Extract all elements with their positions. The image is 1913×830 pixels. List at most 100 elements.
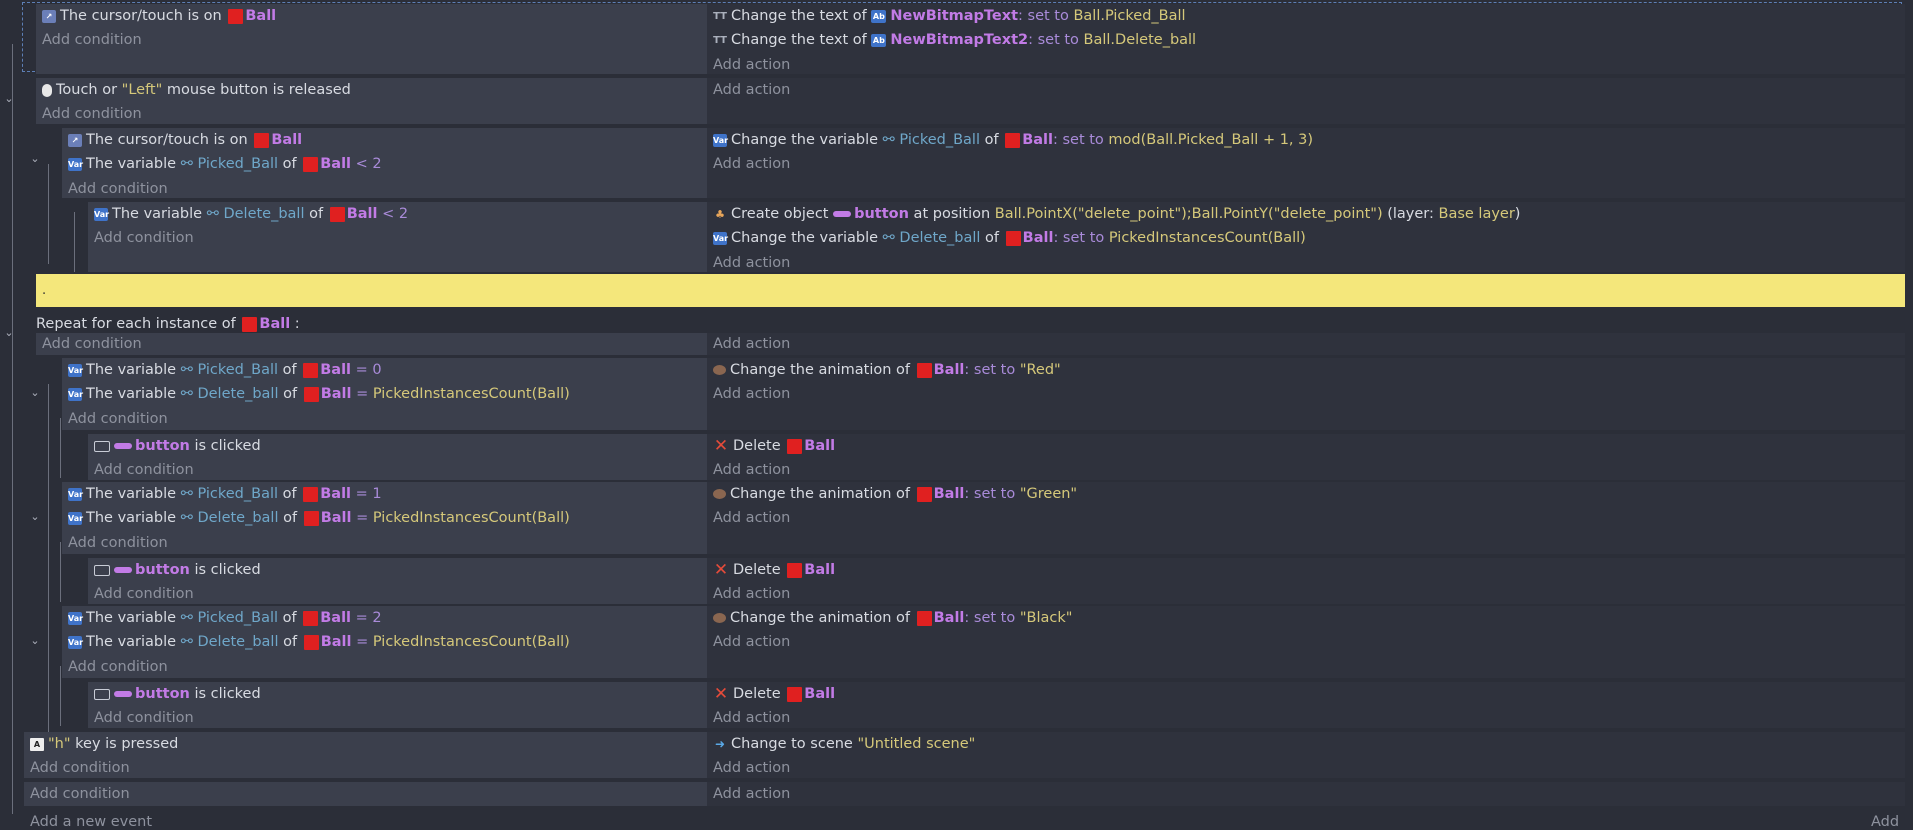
add-action-link[interactable]: Add action (713, 152, 1899, 176)
event-picked-1[interactable]: Var The variable ⚯ Picked_Ball of Ball =… (62, 482, 1905, 554)
add-action-link[interactable]: Add action (713, 53, 1899, 77)
action-delete-ball[interactable]: ✕ Delete Ball (713, 682, 1899, 706)
add-condition-link[interactable]: Add condition (68, 655, 701, 679)
condition-text: The cursor/touch is on (60, 8, 227, 24)
condition-text: is clicked (189, 686, 261, 702)
condition-variable-picked[interactable]: Var The variable ⚯ Picked_Ball of Ball =… (68, 482, 701, 506)
condition-variable-delete[interactable]: Var The variable ⚯ Delete_ball of Ball =… (68, 630, 701, 654)
add-condition-link[interactable]: Add condition (30, 756, 701, 780)
variable-name: Picked_Ball (197, 486, 279, 502)
condition-key-pressed[interactable]: A "h" key is pressed (30, 732, 701, 756)
create-object-icon: ♣ (715, 207, 725, 221)
add-condition-link[interactable]: Add condition (68, 531, 701, 555)
event-button-clicked-1[interactable]: button is clicked Add condition ✕ Delete… (88, 434, 1905, 480)
actions-column: Add action (707, 782, 1905, 806)
collapse-toggle-icon[interactable]: ⌄ (2, 326, 16, 339)
add-action-link[interactable]: Add action (713, 706, 1899, 730)
condition-text: The variable (86, 386, 181, 403)
action-change-variable-picked[interactable]: Var Change the variable ⚯ Picked_Ball of… (713, 128, 1899, 152)
actions-column: Change the animation of Ball : set to "B… (707, 606, 1905, 678)
event-touch-released[interactable]: Touch or "Left" mouse button is released… (36, 78, 1905, 124)
action-change-animation-red[interactable]: Change the animation of Ball : set to "R… (713, 358, 1899, 382)
add-condition-link[interactable]: Add condition (94, 458, 701, 482)
add-action-link[interactable]: Add action (713, 506, 1899, 530)
action-create-object[interactable]: ♣ Create object button at position Ball.… (713, 202, 1899, 226)
action-change-text-1[interactable]: TT Change the text of Ab NewBitmapText :… (713, 4, 1899, 28)
action-text: Delete (733, 438, 786, 454)
action-text: Change the variable (731, 230, 883, 247)
add-condition-link[interactable]: Add condition (42, 102, 701, 126)
animation-icon (713, 489, 726, 500)
condition-variable-picked[interactable]: Var The variable ⚯ Picked_Ball of Ball =… (68, 606, 701, 630)
add-menu-button[interactable]: Add (1871, 814, 1899, 830)
comparison: < 2 (355, 156, 382, 173)
condition-text: of (278, 362, 302, 378)
object-name: button (135, 438, 190, 454)
action-text: Change the text of (731, 8, 872, 24)
object-variable-icon: ⚯ (180, 634, 198, 651)
event-button-clicked-3[interactable]: button is clicked Add condition ✕ Delete… (88, 682, 1905, 728)
add-condition-link[interactable]: Add condition (68, 407, 701, 431)
action-change-animation-black[interactable]: Change the animation of Ball : set to "B… (713, 606, 1899, 630)
add-action-link[interactable]: Add action (713, 333, 1899, 355)
event-button-clicked-2[interactable]: button is clicked Add condition ✕ Delete… (88, 558, 1905, 604)
condition-variable-picked[interactable]: Var The variable ⚯ Picked_Ball of Ball <… (68, 152, 701, 176)
add-condition-link[interactable]: Add condition (94, 226, 701, 250)
add-condition-link[interactable]: Add condition (94, 706, 701, 730)
add-action-link[interactable]: Add action (713, 78, 1899, 102)
add-condition-link[interactable]: Add condition (94, 582, 701, 606)
variable-name: Delete_ball (197, 510, 279, 527)
condition-button-clicked[interactable]: button is clicked (94, 558, 701, 582)
event-h-key-pressed[interactable]: A "h" key is pressed Add condition ➜ Cha… (24, 732, 1905, 778)
comment-event[interactable]: . (36, 274, 1905, 307)
tree-guide (60, 418, 61, 478)
event-cursor-picked-lt2[interactable]: ↗ The cursor/touch is on Ball Var The va… (62, 128, 1905, 198)
variable-icon: Var (68, 636, 84, 650)
condition-cursor-on-ball[interactable]: ↗ The cursor/touch is on Ball (68, 128, 701, 152)
add-condition-link[interactable]: Add condition (68, 177, 701, 201)
condition-variable-picked[interactable]: Var The variable ⚯ Picked_Ball of Ball =… (68, 358, 701, 382)
collapse-toggle-icon[interactable]: ⌄ (2, 92, 16, 105)
add-condition-link[interactable]: Add condition (42, 28, 701, 52)
action-change-scene[interactable]: ➜ Change to scene "Untitled scene" (713, 732, 1899, 756)
condition-button-clicked[interactable]: button is clicked (94, 682, 701, 706)
event-picked-2[interactable]: Var The variable ⚯ Picked_Ball of Ball =… (62, 606, 1905, 678)
action-change-animation-green[interactable]: Change the animation of Ball : set to "G… (713, 482, 1899, 506)
add-action-link[interactable]: Add action (713, 582, 1899, 606)
event-picked-0[interactable]: Var The variable ⚯ Picked_Ball of Ball =… (62, 358, 1905, 430)
collapse-toggle-icon[interactable]: ⌄ (28, 510, 42, 523)
collapse-toggle-icon[interactable]: ⌄ (28, 152, 42, 165)
add-action-link[interactable]: Add action (713, 458, 1899, 482)
repeat-for-each-header[interactable]: Repeat for each instance of Ball : (36, 313, 300, 335)
object-name: Ball (804, 562, 836, 578)
add-new-event-link[interactable]: Add a new event (30, 814, 152, 830)
action-delete-ball[interactable]: ✕ Delete Ball (713, 558, 1899, 582)
condition-variable-delete[interactable]: Var The variable ⚯ Delete_ball of Ball =… (68, 382, 701, 406)
add-action-link[interactable]: Add action (713, 756, 1899, 780)
action-text: Change the text of (731, 32, 872, 49)
add-action-link[interactable]: Add action (713, 251, 1899, 275)
action-text: Create object (731, 206, 834, 222)
event-cursor-on-ball[interactable]: ↗ The cursor/touch is on Ball Add condit… (36, 4, 1905, 74)
add-action-link[interactable]: Add action (713, 782, 1899, 806)
conditions-column: Var The variable ⚯ Picked_Ball of Ball =… (62, 606, 707, 678)
condition-variable-delete[interactable]: Var The variable ⚯ Delete_ball of Ball =… (68, 506, 701, 530)
condition-button-clicked[interactable]: button is clicked (94, 434, 701, 458)
condition-mouse-released[interactable]: Touch or "Left" mouse button is released (42, 78, 701, 102)
button-object-icon (114, 567, 132, 574)
event-empty[interactable]: Add condition Add action (24, 782, 1905, 806)
condition-variable-delete[interactable]: Var The variable ⚯ Delete_ball of Ball <… (94, 202, 701, 226)
collapse-toggle-icon[interactable]: ⌄ (28, 634, 42, 647)
add-action-link[interactable]: Add action (713, 382, 1899, 406)
action-change-variable-delete[interactable]: Var Change the variable ⚯ Delete_ball of… (713, 226, 1899, 250)
event-repeat-body[interactable]: Add condition Add action (36, 333, 1905, 355)
object-name: Ball (320, 610, 352, 626)
condition-cursor-on-ball[interactable]: ↗ The cursor/touch is on Ball (42, 4, 701, 28)
action-delete-ball[interactable]: ✕ Delete Ball (713, 434, 1899, 458)
collapse-toggle-icon[interactable]: ⌄ (28, 386, 42, 399)
action-change-text-2[interactable]: TT Change the text of Ab NewBitmapText2 … (713, 28, 1899, 52)
add-condition-link[interactable]: Add condition (42, 333, 701, 355)
add-action-link[interactable]: Add action (713, 630, 1899, 654)
add-condition-link[interactable]: Add condition (30, 782, 701, 806)
event-delete-lt2[interactable]: Var The variable ⚯ Delete_ball of Ball <… (88, 202, 1905, 272)
